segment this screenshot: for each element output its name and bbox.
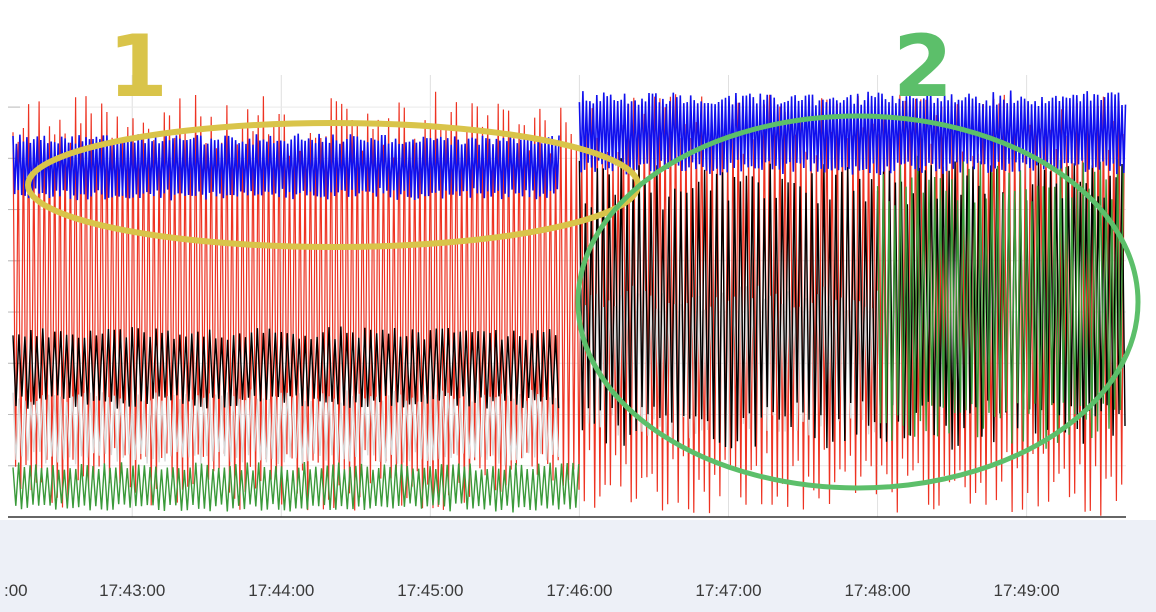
annotation-label-2: 2 [893, 17, 953, 117]
x-tick-label: 17:49:00 [994, 581, 1060, 600]
x-tick-label: 17:43:00 [99, 581, 165, 600]
x-tick-label: :00 [4, 581, 28, 600]
time-series-chart: :00 17:43:00 17:44:00 17:45:00 17:46:00 17:47… [0, 17, 1156, 612]
x-tick-label: 17:44:00 [248, 581, 314, 600]
annotation-label-1: 1 [108, 17, 168, 117]
series-green-segment-1 [12, 461, 580, 513]
x-tick-label: 17:47:00 [695, 581, 761, 600]
x-tick-label: 17:48:00 [844, 581, 910, 600]
plot-area [12, 90, 1127, 516]
x-tick-label: 17:45:00 [397, 581, 463, 600]
x-tick-label: 17:46:00 [546, 581, 612, 600]
